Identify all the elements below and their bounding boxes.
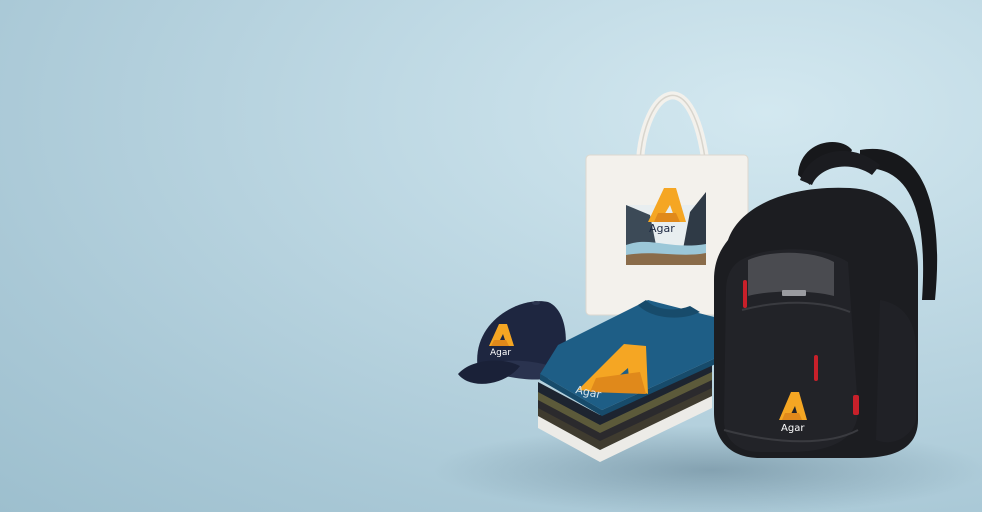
merch-illustration: Agar Agar Agar Agar: [458, 91, 938, 462]
folded-tshirts: Agar: [538, 300, 720, 462]
backpack-logo-text: Agar: [781, 423, 805, 434]
hero-scene: Agar Agar Agar Agar: [0, 0, 982, 512]
tote-logo-text: Agar: [649, 222, 675, 235]
cap-logo-text: Agar: [490, 348, 511, 358]
